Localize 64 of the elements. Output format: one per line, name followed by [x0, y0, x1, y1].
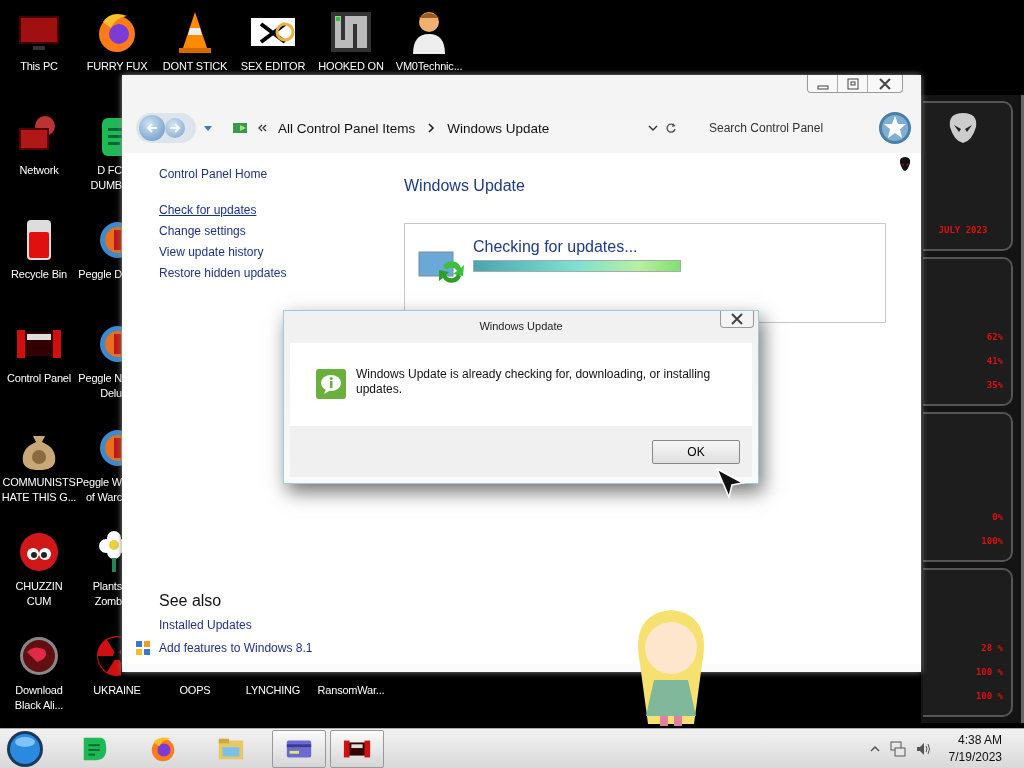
- sidebar-link[interactable]: Change settings: [159, 224, 246, 238]
- percent-reading: 0%: [992, 511, 1003, 522]
- desktop-icon-label[interactable]: VM0Technic...: [395, 59, 463, 74]
- tiles-icon: [135, 640, 151, 656]
- dialog-title: Windows Update: [479, 320, 563, 332]
- taskbar-button[interactable]: [272, 730, 326, 768]
- percent-reading: 41%: [986, 356, 1003, 366]
- see-also-link[interactable]: Add features to Windows 8.1: [159, 641, 313, 655]
- sidebar-link[interactable]: Restore hidden updates: [159, 266, 287, 280]
- taskbar-button[interactable]: [330, 730, 384, 768]
- desktop-icon-label[interactable]: RansomWar...: [317, 683, 385, 698]
- close-icon[interactable]: [878, 77, 892, 90]
- ok-button[interactable]: OK: [652, 439, 740, 464]
- percent-reading: 28 %: [981, 643, 1003, 653]
- desktop-icon-label[interactable]: DONT STICK: [162, 59, 228, 74]
- control-panel-home-link[interactable]: Control Panel Home: [159, 167, 382, 181]
- desktop-icon-label[interactable]: Peggle N Delu: [78, 371, 122, 401]
- percent-reading: 62%: [986, 332, 1003, 342]
- clock-time[interactable]: 4:38 AM: [957, 732, 1002, 749]
- maximize-icon[interactable]: [845, 77, 860, 90]
- search-field[interactable]: Search Control Panel: [707, 119, 861, 137]
- percent-reading: 100 %: [975, 691, 1003, 701]
- monitor-sync-icon: [417, 248, 465, 284]
- desktop-icon-label[interactable]: Peggle D: [78, 267, 122, 282]
- desktop-icon-label[interactable]: D FC DUMB: [90, 163, 122, 193]
- status-text: Checking for updates...: [473, 238, 639, 256]
- start-button[interactable]: [6, 730, 44, 768]
- overflow-chevron-icon[interactable]: [256, 122, 268, 134]
- desktop-icon-label[interactable]: COMMUNISTS HATE THIS G...: [1, 475, 77, 505]
- page-title: Windows Update: [404, 177, 526, 195]
- desktop-icon-label[interactable]: Network: [19, 163, 59, 178]
- desktop-icon-label[interactable]: Download Black Ali...: [14, 683, 64, 713]
- breadcrumb-item[interactable]: Windows Update: [443, 120, 554, 136]
- info-icon: [316, 369, 346, 399]
- percent-reading: 100%: [981, 535, 1003, 546]
- control-panel-icon: [232, 121, 250, 135]
- refresh-icon[interactable]: [665, 122, 677, 134]
- desktop-icon-label[interactable]: Plants Zomb: [92, 579, 122, 609]
- desktop-icon-label[interactable]: Peggle W of Warc: [75, 475, 122, 505]
- close-button[interactable]: [720, 311, 754, 328]
- desktop-icon-label[interactable]: Control Panel: [6, 371, 72, 386]
- desktop-icon-label[interactable]: This PC: [20, 59, 58, 74]
- desktop-icon-label[interactable]: OOPS: [179, 683, 211, 698]
- close-icon[interactable]: [730, 313, 744, 325]
- desktop-icon-label[interactable]: HOOKED ON: [318, 59, 384, 74]
- desktop-icon-label[interactable]: CHUZZIN CUM: [15, 579, 63, 609]
- network-icon[interactable]: [888, 740, 907, 758]
- desktop-icon-label[interactable]: LYNCHING: [245, 683, 301, 698]
- sidebar-link[interactable]: Check for updates: [159, 203, 257, 217]
- see-also-heading: See also: [159, 592, 223, 610]
- desktop-icon-label[interactable]: UKRAINE: [93, 683, 141, 698]
- desktop-icon-label[interactable]: FURRY FUX: [86, 59, 148, 74]
- alien-head-icon: [899, 157, 911, 171]
- star-button[interactable]: [877, 110, 913, 146]
- percent-reading: 35%: [986, 380, 1003, 390]
- clock-date[interactable]: 7/19/2023: [948, 749, 1002, 766]
- date-reading: JULY 2023: [938, 224, 988, 235]
- desktop-icon-label[interactable]: Recycle Bin: [11, 267, 67, 282]
- sidebar-link[interactable]: View update history: [159, 245, 264, 259]
- desktop-icon-label[interactable]: SEX EDITOR: [240, 59, 306, 74]
- breadcrumb-item[interactable]: All Control Panel Items: [274, 120, 420, 136]
- percent-reading: 100 %: [975, 667, 1003, 677]
- see-also-link[interactable]: Installed Updates: [159, 618, 252, 632]
- dialog-message: Windows Update is already checking for, downloading, or installing updates.: [356, 367, 712, 398]
